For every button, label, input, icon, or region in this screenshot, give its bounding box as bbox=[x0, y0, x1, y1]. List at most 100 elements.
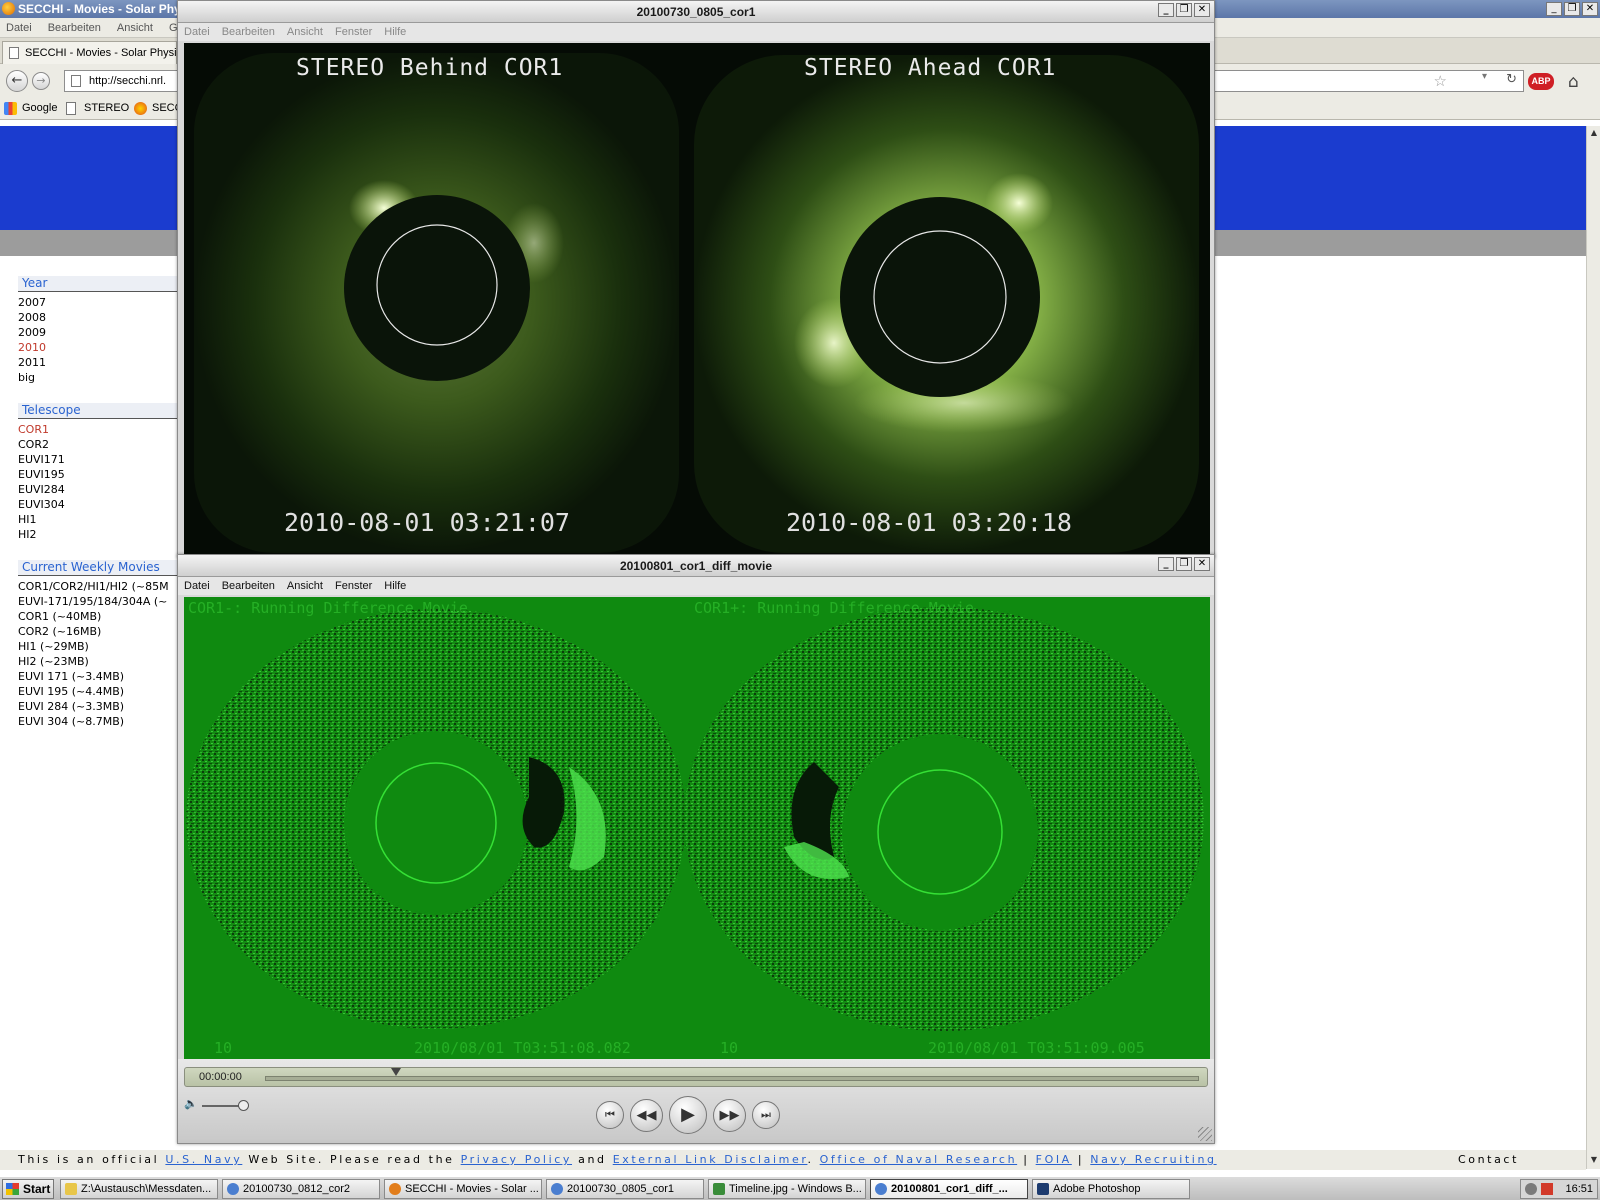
movie-item[interactable]: HI2 (~23MB) bbox=[18, 654, 178, 669]
rewind-icon[interactable]: ◀◀ bbox=[630, 1098, 663, 1132]
qt-bottom-menubar: Datei Bearbeiten Ansicht Fenster Hilfe bbox=[178, 577, 1214, 595]
dropdown-arrow-icon[interactable]: ▾ bbox=[1482, 71, 1487, 82]
clock[interactable]: 16:51 bbox=[1565, 1183, 1593, 1195]
menu-ansicht[interactable]: Ansicht bbox=[287, 26, 323, 38]
network-icon[interactable] bbox=[1525, 1183, 1537, 1195]
link-onr[interactable]: Office of Naval Research bbox=[820, 1153, 1018, 1166]
diff-video-frame[interactable]: COR1-: Running Difference Movie COR1+: R… bbox=[184, 597, 1210, 1061]
menu-fenster[interactable]: Fenster bbox=[335, 26, 372, 38]
bookmark-stereo[interactable]: STEREO bbox=[66, 102, 129, 115]
year-item[interactable]: 2011 bbox=[18, 355, 178, 370]
menu-ansicht[interactable]: Ansicht bbox=[117, 18, 153, 38]
year-item[interactable]: 2009 bbox=[18, 325, 178, 340]
firefox-icon bbox=[2, 2, 15, 15]
telescope-item[interactable]: EUVI284 bbox=[18, 482, 178, 497]
cor1-video-frame[interactable]: STEREO Behind COR1 STEREO Ahead COR1 201… bbox=[184, 43, 1210, 555]
menu-bearbeiten[interactable]: Bearbeiten bbox=[48, 18, 101, 38]
bookmark-google[interactable]: Google bbox=[4, 102, 57, 115]
start-button[interactable]: Start bbox=[2, 1179, 54, 1199]
scroll-up-icon[interactable]: ▲ bbox=[1588, 128, 1600, 140]
close-button[interactable]: ✕ bbox=[1194, 557, 1210, 571]
firefox-window-controls: _ ❐ ✕ bbox=[1546, 2, 1598, 16]
task-image-viewer[interactable]: Timeline.jpg - Windows B... bbox=[708, 1179, 866, 1199]
movie-item[interactable]: EUVI 171 (~3.4MB) bbox=[18, 669, 178, 684]
maximize-button[interactable]: ❐ bbox=[1176, 3, 1192, 17]
maximize-button[interactable]: ❐ bbox=[1564, 2, 1580, 16]
menu-datei[interactable]: Datei bbox=[6, 18, 32, 38]
bookmark-star-icon[interactable]: ☆ bbox=[1434, 72, 1447, 90]
year-item-selected[interactable]: 2010 bbox=[18, 340, 178, 355]
reload-icon[interactable]: ↻ bbox=[1506, 72, 1517, 87]
adblock-button[interactable]: ABP bbox=[1528, 73, 1554, 90]
task-firefox[interactable]: SECCHI - Movies - Solar ... bbox=[384, 1179, 542, 1199]
telescope-item[interactable]: EUVI171 bbox=[18, 452, 178, 467]
telescope-item[interactable]: HI1 bbox=[18, 512, 178, 527]
task-cor2[interactable]: 20100730_0812_cor2 bbox=[222, 1179, 380, 1199]
volume-knob[interactable] bbox=[238, 1100, 249, 1111]
quicktime-icon bbox=[551, 1183, 563, 1195]
close-button[interactable]: ✕ bbox=[1582, 2, 1598, 16]
movie-item[interactable]: COR1 (~40MB) bbox=[18, 609, 178, 624]
link-privacy-policy[interactable]: Privacy Policy bbox=[461, 1153, 572, 1166]
year-item[interactable]: 2008 bbox=[18, 310, 178, 325]
task-photoshop[interactable]: Adobe Photoshop bbox=[1032, 1179, 1190, 1199]
minimize-button[interactable]: _ bbox=[1158, 3, 1174, 17]
bookmark-secchi[interactable]: SECC bbox=[134, 102, 183, 115]
scrubber-handle[interactable] bbox=[391, 1068, 402, 1076]
telescope-heading[interactable]: Telescope bbox=[18, 403, 178, 419]
task-explorer[interactable]: Z:\Austausch\Messdaten... bbox=[60, 1179, 218, 1199]
scroll-down-icon[interactable]: ▼ bbox=[1588, 1155, 1600, 1167]
fast-forward-icon[interactable]: ▶▶ bbox=[713, 1098, 746, 1132]
year-item[interactable]: 2007 bbox=[18, 295, 178, 310]
movie-item[interactable]: EUVI 195 (~4.4MB) bbox=[18, 684, 178, 699]
system-tray: 16:51 bbox=[1520, 1179, 1598, 1199]
resize-grip[interactable] bbox=[1198, 1127, 1212, 1141]
play-icon[interactable]: ▶ bbox=[669, 1096, 707, 1134]
telescope-item[interactable]: EUVI304 bbox=[18, 497, 178, 512]
menu-fenster[interactable]: Fenster bbox=[335, 580, 372, 592]
menu-hilfe[interactable]: Hilfe bbox=[384, 26, 406, 38]
menu-bearbeiten[interactable]: Bearbeiten bbox=[222, 26, 275, 38]
link-foia[interactable]: FOIA bbox=[1036, 1153, 1072, 1166]
home-icon[interactable]: ⌂ bbox=[1568, 72, 1579, 92]
back-icon[interactable]: ← bbox=[6, 70, 28, 92]
telescope-item-selected[interactable]: COR1 bbox=[18, 422, 178, 437]
movie-item[interactable]: EUVI-171/195/184/304A (~ bbox=[18, 594, 178, 609]
telescope-item[interactable]: EUVI195 bbox=[18, 467, 178, 482]
page-scrollbar[interactable]: ▲ ▼ bbox=[1586, 126, 1600, 1169]
url-text: http://secchi.nrl. bbox=[89, 75, 167, 87]
speaker-icon[interactable]: 🔈 bbox=[184, 1097, 198, 1110]
minimize-button[interactable]: _ bbox=[1158, 557, 1174, 571]
scrubber-track[interactable] bbox=[265, 1068, 1199, 1081]
movie-item[interactable]: EUVI 304 (~8.7MB) bbox=[18, 714, 178, 729]
menu-hilfe[interactable]: Hilfe bbox=[384, 580, 406, 592]
skip-end-icon[interactable]: ⏭ bbox=[752, 1101, 780, 1129]
menu-datei[interactable]: Datei bbox=[184, 26, 210, 38]
link-navy-recruiting[interactable]: Navy Recruiting bbox=[1090, 1153, 1216, 1166]
task-cor1[interactable]: 20100730_0805_cor1 bbox=[546, 1179, 704, 1199]
forward-icon[interactable]: → bbox=[32, 72, 50, 90]
movie-item[interactable]: HI1 (~29MB) bbox=[18, 639, 178, 654]
telescope-item[interactable]: COR2 bbox=[18, 437, 178, 452]
skip-start-icon[interactable]: ⏮ bbox=[596, 1101, 624, 1129]
telescope-item[interactable]: HI2 bbox=[18, 527, 178, 542]
page-icon bbox=[66, 102, 76, 115]
link-us-navy[interactable]: U.S. Navy bbox=[165, 1153, 242, 1166]
year-item[interactable]: big bbox=[18, 370, 178, 385]
menu-datei[interactable]: Datei bbox=[184, 580, 210, 592]
year-heading[interactable]: Year bbox=[18, 276, 178, 292]
movie-item[interactable]: COR2 (~16MB) bbox=[18, 624, 178, 639]
movie-item[interactable]: EUVI 284 (~3.3MB) bbox=[18, 699, 178, 714]
menu-bearbeiten[interactable]: Bearbeiten bbox=[222, 580, 275, 592]
menu-ansicht[interactable]: Ansicht bbox=[287, 580, 323, 592]
close-button[interactable]: ✕ bbox=[1194, 3, 1210, 17]
minimize-button[interactable]: _ bbox=[1546, 2, 1562, 16]
tab-secchi[interactable]: SECCHI - Movies - Solar Physics bbox=[2, 41, 177, 64]
task-diff-movie[interactable]: 20100801_cor1_diff_... bbox=[870, 1179, 1028, 1199]
link-external-disclaimer[interactable]: External Link Disclaimer bbox=[613, 1153, 808, 1166]
maximize-button[interactable]: ❐ bbox=[1176, 557, 1192, 571]
link-contact[interactable]: Contact bbox=[1458, 1150, 1519, 1170]
movies-heading[interactable]: Current Weekly Movies bbox=[18, 560, 178, 576]
movie-item[interactable]: COR1/COR2/HI1/HI2 (~85M bbox=[18, 579, 178, 594]
antivirus-icon[interactable] bbox=[1541, 1183, 1553, 1195]
